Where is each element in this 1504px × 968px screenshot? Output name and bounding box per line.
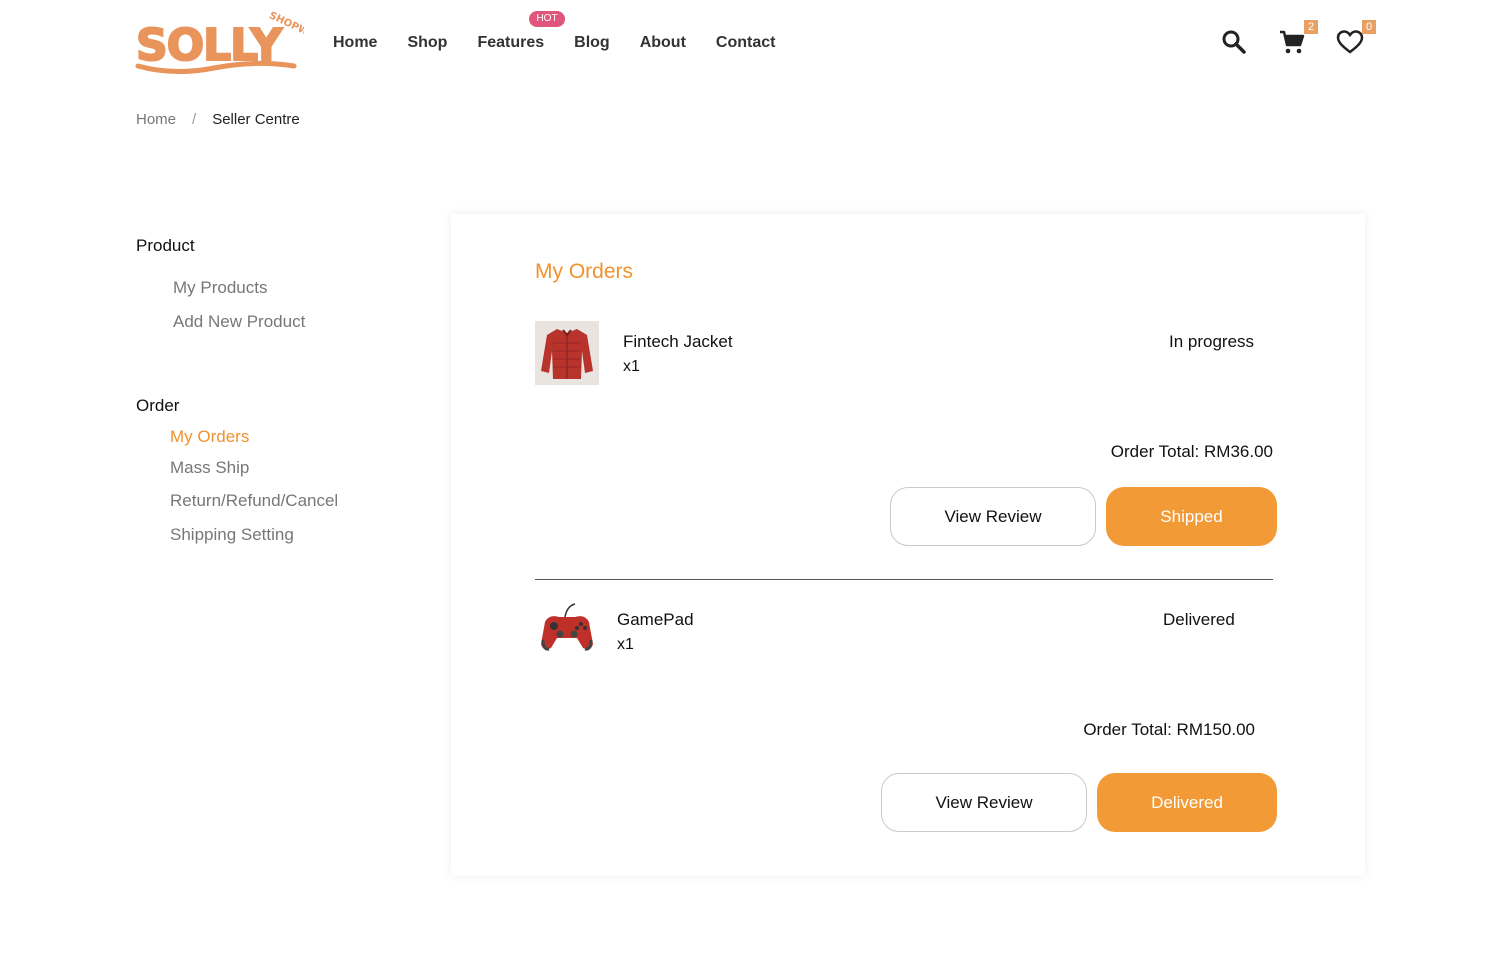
hot-badge: HOT	[529, 11, 565, 27]
nav-home[interactable]: Home	[333, 33, 377, 53]
breadcrumb-home[interactable]: Home	[136, 111, 176, 128]
heart-icon	[1336, 30, 1364, 54]
cart-button[interactable]: 2	[1278, 20, 1318, 56]
nav-contact[interactable]: Contact	[716, 33, 776, 53]
shipped-button[interactable]: Shipped	[1106, 487, 1277, 546]
order-total: Order Total: RM36.00	[1110, 442, 1273, 461]
order-total: Order Total: RM150.00	[1083, 720, 1255, 739]
page-title: My Orders	[535, 260, 634, 283]
nav-about[interactable]: About	[640, 33, 686, 53]
header-actions: 2 0	[1220, 20, 1394, 56]
order-divider	[535, 579, 1273, 580]
search-button[interactable]	[1220, 28, 1248, 56]
nav-shop[interactable]: Shop	[407, 33, 447, 53]
sidebar-item-my-orders[interactable]: My Orders	[170, 427, 249, 447]
product-qty: x1	[617, 636, 634, 653]
order-item: Fintech Jacket x1 In progress Order Tota…	[535, 321, 1277, 551]
product-image-gamepad[interactable]	[535, 600, 599, 664]
order-item: GamePad x1 Delivered Order Total: RM150.…	[535, 600, 1277, 840]
sidebar-item-add-new-product[interactable]: Add New Product	[173, 312, 305, 332]
sidebar-heading-product: Product	[136, 236, 195, 255]
wishlist-button[interactable]: 0	[1336, 20, 1376, 56]
sidebar-item-shipping-setting[interactable]: Shipping Setting	[170, 525, 294, 545]
delivered-button[interactable]: Delivered	[1097, 773, 1277, 832]
breadcrumb-separator: /	[192, 111, 197, 128]
order-status: Delivered	[1163, 610, 1235, 629]
search-icon	[1222, 30, 1246, 54]
breadcrumb: Home / Seller Centre	[136, 111, 300, 128]
view-review-button[interactable]: View Review	[890, 487, 1096, 546]
product-qty: x1	[623, 358, 640, 375]
nav-features-label: Features	[477, 34, 545, 51]
cart-count-badge: 2	[1304, 20, 1318, 34]
nav-blog[interactable]: Blog	[574, 33, 610, 53]
nav-features[interactable]: Features HOT	[477, 11, 565, 53]
breadcrumb-current: Seller Centre	[212, 111, 300, 128]
brand-logo[interactable]: SOLLY SHOPWE	[134, 6, 304, 76]
view-review-button[interactable]: View Review	[881, 773, 1087, 832]
orders-card: My Orders Fintech Jacket x1 In progress …	[451, 214, 1365, 876]
main-nav: Home Shop Features HOT Blog About Contac…	[333, 11, 805, 53]
sidebar-item-return-refund-cancel[interactable]: Return/Refund/Cancel	[170, 491, 338, 511]
order-status: In progress	[1169, 332, 1255, 351]
sidebar-heading-order: Order	[136, 396, 180, 415]
product-image-jacket[interactable]	[535, 321, 599, 385]
product-name: Fintech Jacket	[623, 332, 733, 351]
cart-icon	[1280, 30, 1305, 54]
wishlist-count-badge: 0	[1362, 20, 1376, 34]
sidebar-item-my-products[interactable]: My Products	[173, 278, 267, 298]
product-name: GamePad	[617, 610, 694, 629]
sidebar-item-mass-ship[interactable]: Mass Ship	[170, 458, 249, 478]
